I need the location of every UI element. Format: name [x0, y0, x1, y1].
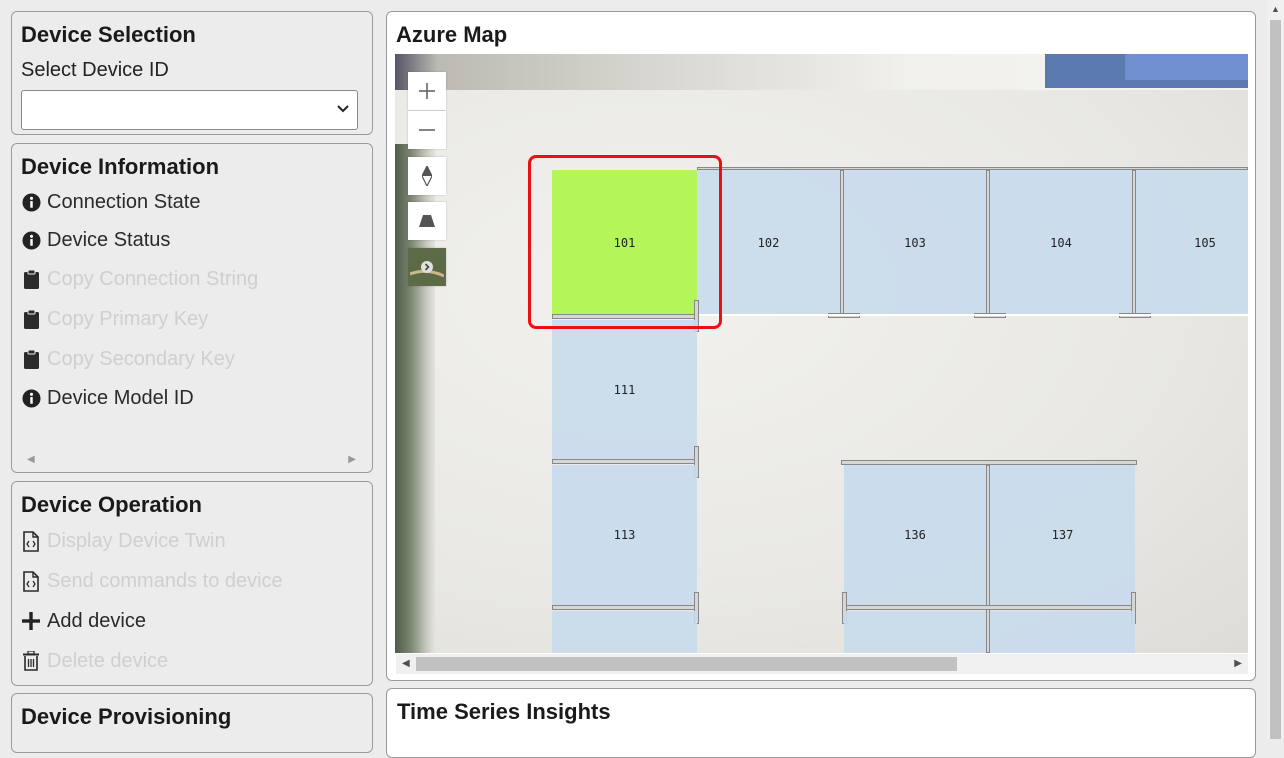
device-status-item[interactable]: Device Status	[20, 225, 170, 255]
device-provisioning-title: Device Provisioning	[21, 704, 232, 729]
add-device-label: Add device	[47, 609, 146, 632]
clipboard-icon	[20, 348, 42, 370]
delete-device-item[interactable]: Delete device	[20, 646, 168, 676]
scrollbar-thumb[interactable]	[416, 657, 957, 671]
delete-device-label: Delete device	[47, 649, 169, 672]
map-style-icon	[410, 250, 444, 284]
scroll-up-icon[interactable]: ▲	[1271, 4, 1280, 14]
device-information-panel: Device Information Connection State Devi…	[11, 143, 373, 473]
compass-button[interactable]	[408, 157, 446, 195]
room-113[interactable]: 113	[552, 465, 697, 605]
azure-map-title: Azure Map	[396, 22, 508, 47]
scroll-right-icon[interactable]: ▶	[1234, 658, 1242, 669]
code-file-icon	[20, 570, 42, 592]
device-operation-title: Device Operation	[21, 492, 202, 517]
device-model-id-item[interactable]: Device Model ID	[20, 383, 194, 413]
wall	[552, 605, 697, 610]
send-commands-label: Send commands to device	[47, 569, 283, 592]
info-circle-icon	[20, 387, 42, 409]
device-status-label: Device Status	[47, 228, 171, 251]
room-105-label: 105	[1194, 235, 1216, 250]
trash-icon	[20, 650, 42, 672]
plus-icon	[419, 83, 435, 99]
code-file-icon	[20, 530, 42, 552]
room-105[interactable]: 105	[1136, 170, 1248, 315]
wall	[986, 170, 990, 316]
time-series-title: Time Series Insights	[397, 699, 611, 724]
time-series-panel: Time Series Insights	[386, 688, 1256, 758]
device-operation-panel: Device Operation Display Device Twin Sen…	[11, 481, 373, 686]
display-device-twin-item[interactable]: Display Device Twin	[20, 526, 226, 556]
zoom-out-button[interactable]	[408, 111, 446, 149]
room-lower-mid[interactable]	[844, 611, 986, 653]
wall	[840, 170, 844, 316]
wall	[844, 605, 1135, 610]
copy-primary-key-label: Copy Primary Key	[47, 307, 209, 330]
room-lower-right[interactable]	[990, 611, 1135, 653]
clipboard-icon	[20, 308, 42, 330]
style-picker-button[interactable]	[408, 248, 446, 286]
device-id-select[interactable]	[21, 90, 358, 130]
info-horizontal-scrollbar[interactable]: ◀ ▶	[21, 452, 362, 466]
copy-secondary-key-item[interactable]: Copy Secondary Key	[20, 344, 235, 374]
copy-primary-key-item[interactable]: Copy Primary Key	[20, 304, 208, 334]
room-137-label: 137	[1051, 528, 1074, 542]
compass-icon	[422, 166, 432, 186]
zoom-in-button[interactable]	[408, 72, 446, 110]
wall	[697, 314, 1248, 316]
info-circle-icon	[20, 191, 42, 213]
connection-state-item[interactable]: Connection State	[20, 187, 200, 217]
wall	[552, 459, 697, 464]
room-103[interactable]: 103	[844, 170, 986, 315]
room-102-label: 102	[757, 235, 780, 250]
scroll-left-icon[interactable]: ◀	[402, 658, 410, 669]
scroll-left-icon[interactable]: ◀	[27, 454, 35, 465]
room-111-label: 111	[613, 383, 636, 397]
device-provisioning-panel: Device Provisioning	[11, 693, 373, 753]
display-device-twin-label: Display Device Twin	[47, 529, 226, 552]
copy-connection-string-label: Copy Connection String	[47, 267, 259, 290]
scrollbar-thumb[interactable]	[1270, 20, 1281, 739]
room-136[interactable]: 136	[844, 465, 986, 605]
pitch-icon	[419, 215, 435, 227]
info-circle-icon	[20, 229, 42, 251]
map-horizontal-scrollbar[interactable]: ◀ ▶	[396, 654, 1248, 674]
scroll-right-icon[interactable]: ▶	[348, 454, 356, 465]
clipboard-icon	[20, 268, 42, 290]
room-113-label: 113	[613, 528, 636, 542]
plus-icon	[20, 610, 42, 632]
azure-map[interactable]: 101 102 103 104 105 111 113 136 137	[395, 54, 1248, 653]
minus-icon	[419, 129, 435, 131]
pitch-button[interactable]	[408, 202, 446, 240]
copy-secondary-key-label: Copy Secondary Key	[47, 347, 235, 370]
send-commands-item[interactable]: Send commands to device	[20, 566, 283, 596]
connection-state-label: Connection State	[47, 190, 201, 213]
room-136-label: 136	[904, 528, 926, 542]
selected-room-highlight	[528, 155, 722, 329]
wall	[1132, 170, 1136, 316]
page-vertical-scrollbar[interactable]: ▲	[1267, 0, 1284, 739]
room-104[interactable]: 104	[990, 170, 1132, 315]
room-104-label: 104	[1050, 235, 1072, 250]
select-device-id-label: Select Device ID	[21, 59, 169, 81]
device-selection-title: Device Selection	[21, 22, 196, 47]
device-model-id-label: Device Model ID	[47, 386, 194, 409]
add-device-item[interactable]: Add device	[20, 606, 146, 636]
device-selection-panel: Device Selection Select Device ID	[11, 11, 373, 135]
room-103-label: 103	[904, 235, 926, 250]
room-137[interactable]: 137	[990, 465, 1135, 605]
device-information-title: Device Information	[21, 154, 220, 179]
aerial-roof-blue-light	[1125, 54, 1248, 80]
room-lower-left[interactable]	[552, 611, 697, 653]
room-111[interactable]: 111	[552, 320, 697, 460]
copy-connection-string-item[interactable]: Copy Connection String	[20, 264, 258, 294]
